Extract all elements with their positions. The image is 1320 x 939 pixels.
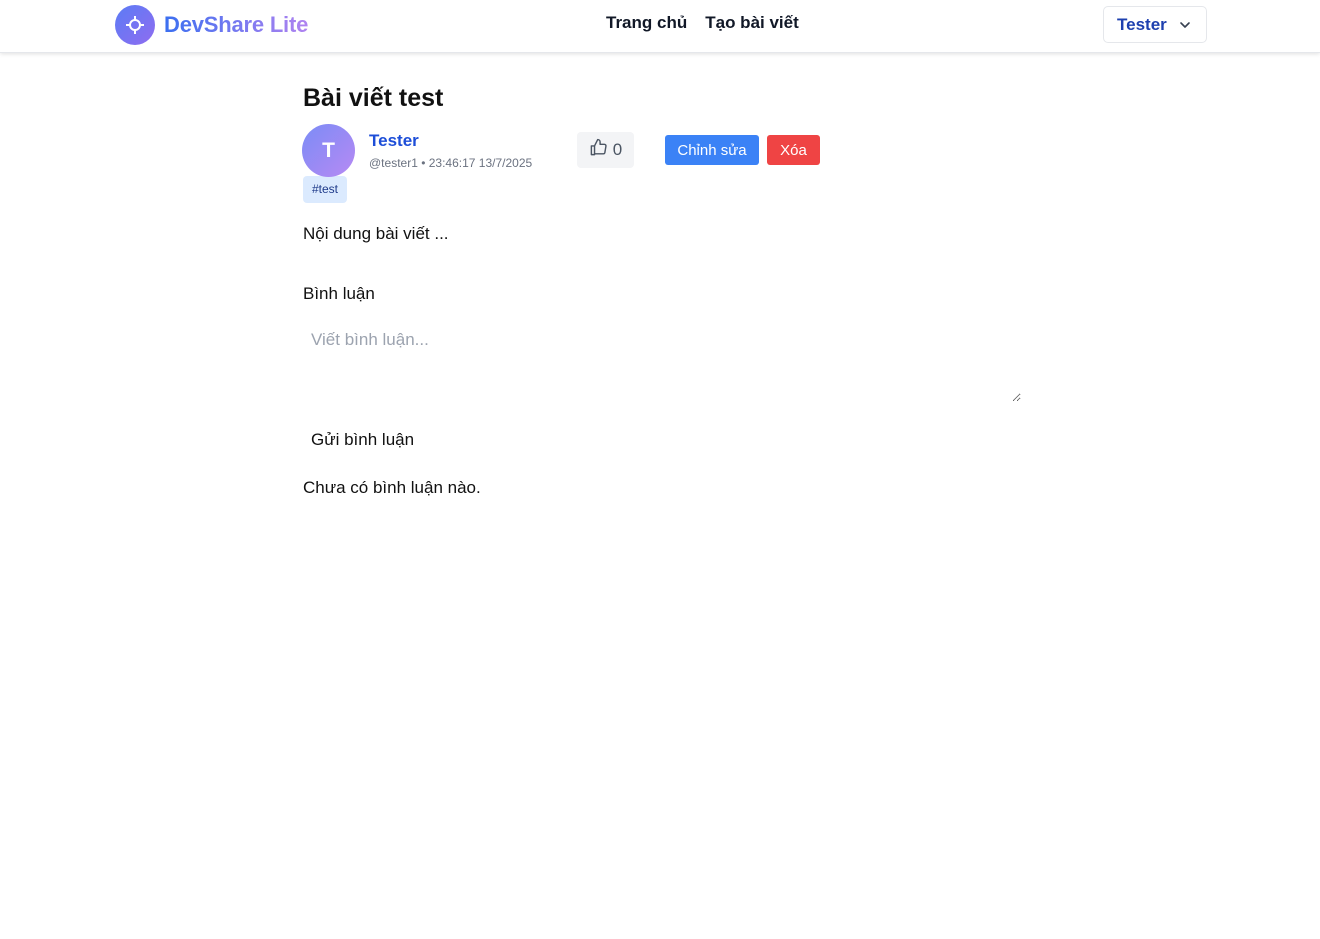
no-comments-text: Chưa có bình luận nào. <box>303 478 481 497</box>
post-meta: T Tester @tester1 • 23:46:17 13/7/2025 0… <box>302 124 1023 180</box>
author-avatar: T <box>302 124 355 177</box>
thumbs-up-icon <box>589 138 608 162</box>
nav-link-create-post[interactable]: Tạo bài viết <box>705 13 799 33</box>
crosshair-icon <box>115 5 155 45</box>
post-tag[interactable]: #test <box>303 176 348 203</box>
like-button[interactable]: 0 <box>577 132 634 168</box>
main-nav: Trang chủ Tạo bài viết <box>606 13 799 33</box>
submit-comment-button[interactable]: Gửi bình luận <box>303 426 422 454</box>
brand-name: DevShare Lite <box>164 12 309 37</box>
post-detail: Bài viết test T Tester @tester1 • 23:46:… <box>302 80 1023 498</box>
user-menu-label: Tester <box>1117 14 1167 34</box>
post-content: Nội dung bài viết ... <box>303 224 449 243</box>
edit-post-button[interactable]: Chỉnh sửa <box>665 135 759 165</box>
brand-link[interactable]: DevShare Lite <box>115 5 308 45</box>
nav-link-home[interactable]: Trang chủ <box>606 13 687 33</box>
author-name-link[interactable]: Tester <box>369 131 419 151</box>
author-handle-timestamp: @tester1 • 23:46:17 13/7/2025 <box>369 156 533 170</box>
user-menu-button[interactable]: Tester <box>1103 6 1207 43</box>
comments-heading: Bình luận <box>303 284 375 303</box>
chevron-down-icon <box>1179 19 1191 31</box>
top-navbar: DevShare Lite Trang chủ Tạo bài viết Tes… <box>0 0 1320 53</box>
comment-input[interactable] <box>303 322 1021 402</box>
like-count: 0 <box>612 140 623 159</box>
post-title: Bài viết test <box>303 84 444 112</box>
delete-post-button[interactable]: Xóa <box>767 135 820 165</box>
